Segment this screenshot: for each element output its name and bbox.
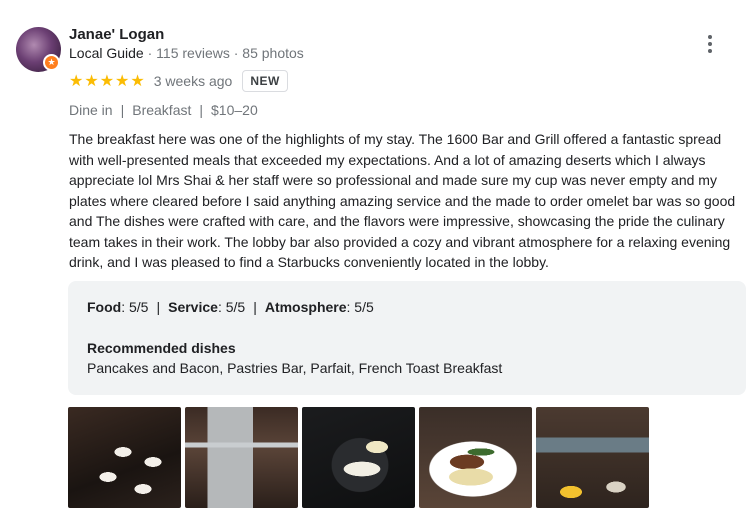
sub-rating-separator: | xyxy=(253,299,257,315)
meta-separator: · xyxy=(143,45,157,61)
review-photos xyxy=(68,407,649,508)
star-icon: ★ xyxy=(99,73,116,90)
meta-separator: · xyxy=(229,45,243,61)
price-range: $10–20 xyxy=(211,102,258,118)
review-photo-3[interactable] xyxy=(302,407,415,508)
sub-rating-separator: | xyxy=(156,299,161,315)
visit-info: Dine in | Breakfast | $10–20 xyxy=(69,102,258,118)
local-guide-label: Local Guide xyxy=(69,45,144,61)
food-label: Food xyxy=(87,299,122,315)
food-value: : 5/5 xyxy=(121,299,149,315)
review-card: ★ Janae' Logan Local Guide · 115 reviews… xyxy=(0,0,749,522)
more-vert-icon xyxy=(708,35,712,39)
service-label: Service xyxy=(168,299,218,315)
service-value: : 5/5 xyxy=(217,299,246,315)
star-icon: ★ xyxy=(130,73,146,90)
review-text: The breakfast here was one of the highli… xyxy=(69,131,736,270)
atmosphere-label: Atmosphere xyxy=(264,299,347,315)
local-guide-star-icon: ★ xyxy=(43,54,60,71)
review-details-box: Food: 5/5 | Service: 5/5 | Atmosphere: 5/5 R… xyxy=(68,281,746,395)
sub-ratings: Food: 5/5 | Service: 5/5 | Atmosphere: 5/5 xyxy=(87,299,374,315)
review-photo-1[interactable] xyxy=(68,407,181,508)
photo-count: 85 photos xyxy=(242,45,304,61)
star-icon: ★ xyxy=(69,73,85,90)
visit-separator: | xyxy=(120,102,125,118)
meal-type: Breakfast xyxy=(132,102,192,118)
atmosphere-value: : 5/5 xyxy=(346,299,374,315)
review-count: 115 reviews xyxy=(156,45,230,61)
star-rating: ★★★★★ xyxy=(69,71,146,91)
visit-separator: | xyxy=(199,102,204,118)
rating-row: ★★★★★ 3 weeks ago NEW xyxy=(69,69,288,93)
review-photo-5[interactable] xyxy=(536,407,649,508)
review-photo-4[interactable] xyxy=(419,407,532,508)
review-time: 3 weeks ago xyxy=(153,73,233,89)
recommended-dishes-title: Recommended dishes xyxy=(87,340,236,356)
recommended-dishes-list: Pancakes and Bacon, Pastries Bar, Parfai… xyxy=(87,360,503,376)
star-icon: ★ xyxy=(115,73,131,90)
new-badge: NEW xyxy=(242,70,288,92)
service-type: Dine in xyxy=(69,102,113,118)
review-photo-2[interactable] xyxy=(185,407,298,508)
more-options-button[interactable] xyxy=(700,34,720,54)
author-meta: Local Guide · 115 reviews · 85 photos xyxy=(69,45,304,61)
author-name[interactable]: Janae' Logan xyxy=(69,26,164,43)
star-icon: ★ xyxy=(84,73,100,90)
